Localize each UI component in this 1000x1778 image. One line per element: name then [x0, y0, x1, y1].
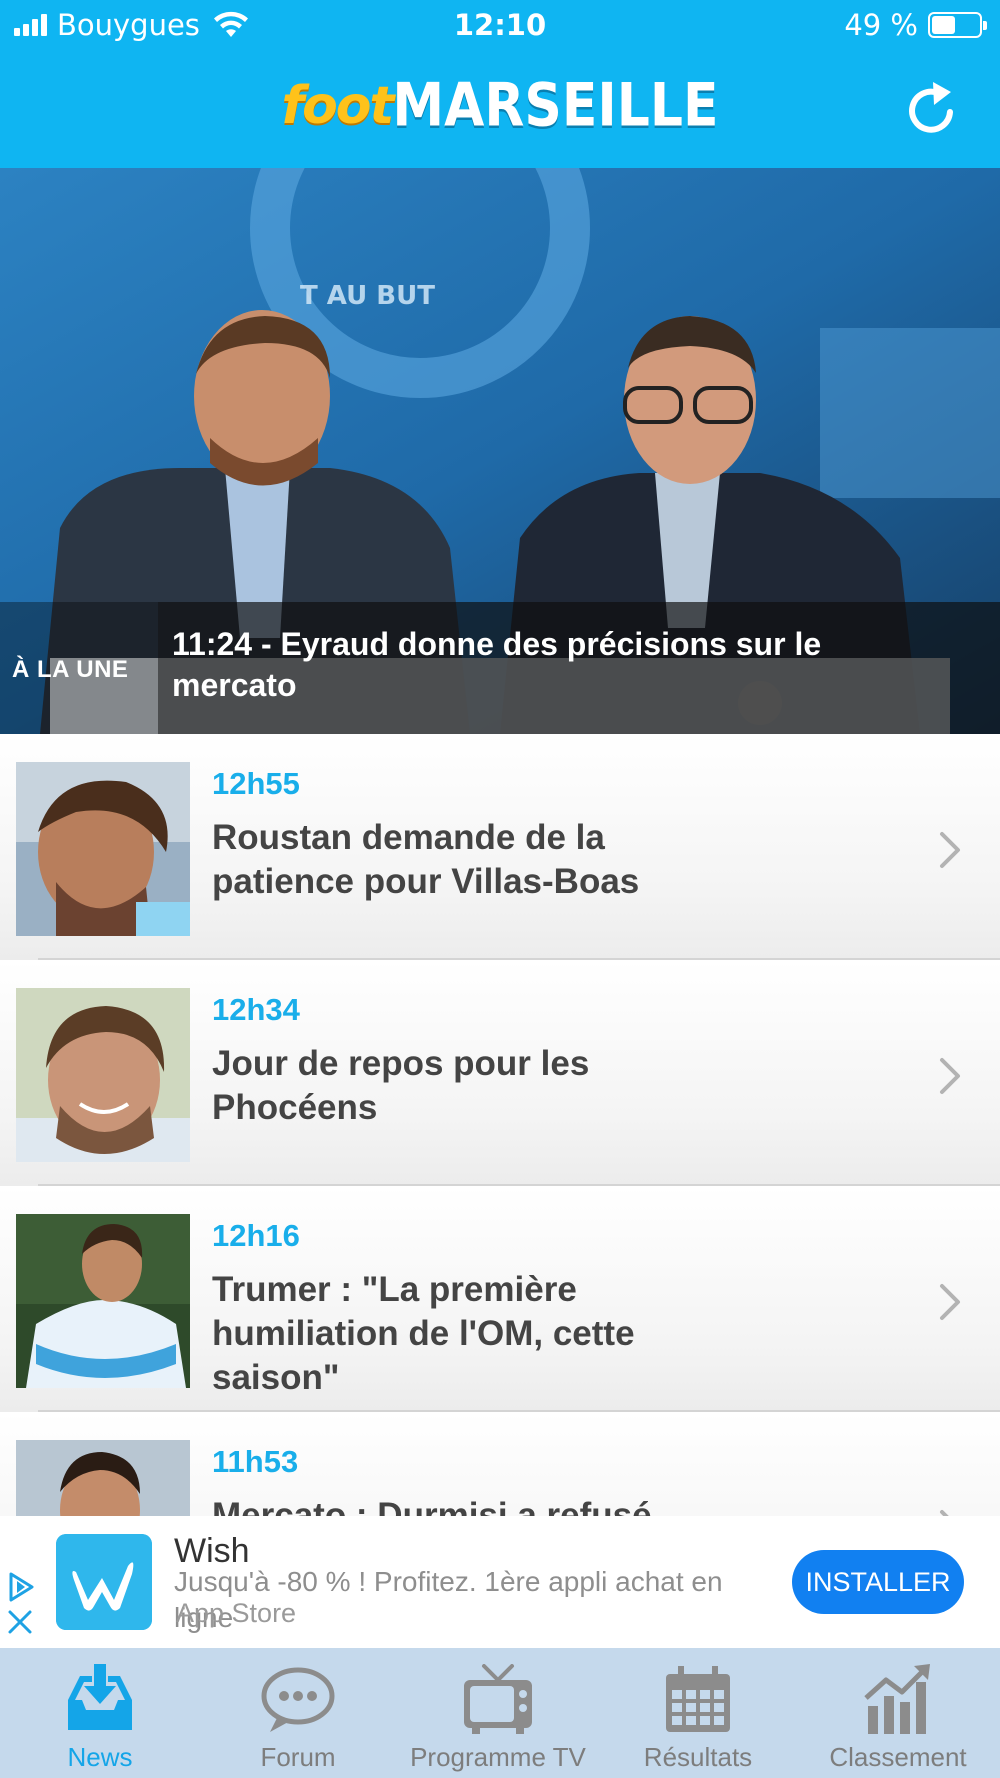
- headline-tag: À LA UNE: [12, 656, 129, 683]
- news-time: 12h55: [212, 766, 300, 801]
- news-list: 12h55 Roustan demande de la patience pou…: [0, 734, 1000, 1516]
- chevron-right-icon: [940, 1284, 960, 1320]
- news-title: Jour de repos pour les Phocéens: [212, 1044, 590, 1127]
- app-logo: footMARSEILLE: [281, 71, 719, 141]
- headline-photo-text: T AU BUT: [300, 281, 435, 311]
- tab-classement[interactable]: Classement: [798, 1648, 998, 1778]
- news-thumbnail: [16, 762, 190, 936]
- news-title: Roustan demande de la patience pour Vill…: [212, 818, 640, 901]
- refresh-icon[interactable]: [900, 78, 964, 142]
- battery-percent: 49 %: [844, 8, 918, 42]
- chevron-right-icon: [940, 1510, 949, 1516]
- chevron-right-icon: [940, 832, 960, 868]
- news-time: 11h53: [212, 1444, 299, 1479]
- news-title: Trumer : "La première humiliation de l'O…: [212, 1270, 635, 1397]
- tab-forum[interactable]: Forum: [198, 1648, 398, 1778]
- tab-news[interactable]: News: [0, 1648, 200, 1778]
- tv-icon: [464, 1664, 532, 1734]
- ad-store-label: App Store: [176, 1598, 297, 1628]
- headline-title: 11:24 - Eyraud donne des précisions sur …: [172, 626, 822, 703]
- news-item[interactable]: 12h16 Trumer : "La première humiliation …: [0, 1186, 1000, 1412]
- news-title: Mercato : Durmisi a refusé: [212, 1496, 652, 1516]
- download-tray-icon: [68, 1664, 132, 1730]
- news-time: 12h16: [212, 1218, 300, 1253]
- news-time: 12h34: [212, 992, 300, 1027]
- ad-banner[interactable]: Wish Jusqu'à -80 % ! Profitez. 1ère appl…: [0, 1516, 1000, 1648]
- tab-resultats[interactable]: Résultats: [598, 1648, 798, 1778]
- calendar-icon: [666, 1666, 730, 1732]
- news-thumbnail: [16, 1214, 190, 1388]
- battery-icon: [928, 12, 987, 38]
- headline-card[interactable]: T AU BUT À LA UNE 11:24 - Eyraud donne d…: [0, 168, 1000, 734]
- news-thumbnail: [16, 988, 190, 1162]
- wish-logo-icon: [56, 1534, 152, 1630]
- status-bar: Bouygues 12:10 49 %: [0, 0, 1000, 52]
- install-button[interactable]: INSTALLER: [792, 1550, 964, 1614]
- tab-programme-tv[interactable]: Programme TV: [398, 1648, 598, 1778]
- news-thumbnail: [16, 1440, 190, 1516]
- chevron-right-icon: [940, 1058, 960, 1094]
- tab-bar: News Forum Programme TV Résultats Classe…: [0, 1648, 1000, 1778]
- tab-classement-label: Classement: [829, 1742, 967, 1772]
- news-item[interactable]: 12h55 Roustan demande de la patience pou…: [0, 734, 1000, 960]
- bar-chart-icon: [864, 1664, 930, 1734]
- app-header: footMARSEILLE: [0, 52, 1000, 168]
- chat-bubble-icon: [261, 1667, 335, 1732]
- ad-choices-icon[interactable]: [6, 1568, 36, 1638]
- news-item[interactable]: 12h34 Jour de repos pour les Phocéens: [0, 960, 1000, 1186]
- news-item[interactable]: 11h53 Mercato : Durmisi a refusé: [0, 1412, 1000, 1516]
